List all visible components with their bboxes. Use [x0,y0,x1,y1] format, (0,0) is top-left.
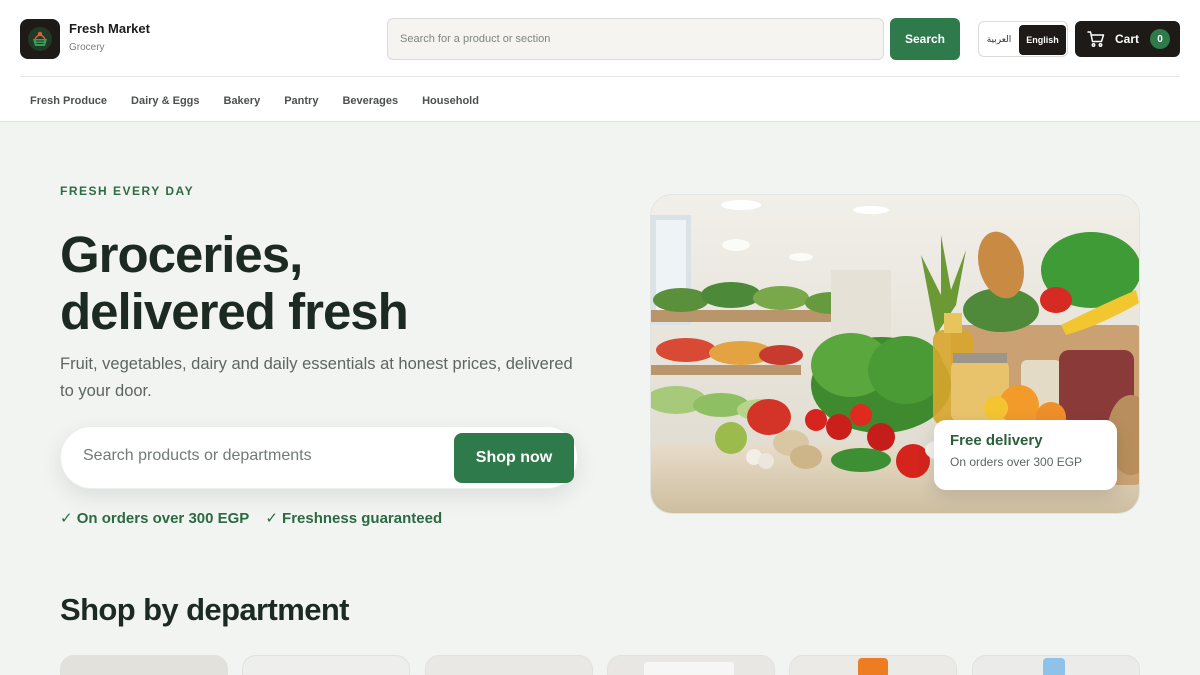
nav-item-fresh-produce[interactable]: Fresh Produce [30,95,107,107]
department-card[interactable] [242,655,410,675]
hero-search-bar[interactable]: Shop now [60,426,578,489]
shop-now-button[interactable]: Shop now [454,433,574,483]
department-cards [60,655,1140,675]
department-card[interactable] [972,655,1140,675]
language-switch: العربية English [978,21,1068,57]
hero-title: Groceries, delivered fresh [60,226,600,340]
departments-title: Shop by department [60,592,350,627]
basket-logo-icon [28,27,52,51]
brand-subtitle: Grocery [69,42,105,53]
cart-count-badge: 0 [1150,29,1170,49]
category-nav: Fresh Produce Dairy & Eggs Bakery Pantry… [30,95,503,107]
perk-freshness: ✓ Freshness guaranteed [265,510,443,527]
header-search-field[interactable] [387,18,884,60]
delivery-card-subtitle: On orders over 300 EGP [950,455,1083,469]
cart-icon [1087,30,1105,48]
hero-title-line-1: Groceries, [60,226,303,283]
hero-perks: ✓ On orders over 300 EGP ✓ Freshness gua… [60,509,442,527]
nav-item-pantry[interactable]: Pantry [284,95,318,107]
header-search-button[interactable]: Search [890,18,960,60]
hero-title-line-2: delivered fresh [60,283,409,340]
language-option-english[interactable]: English [1019,25,1066,55]
perk-free-delivery: ✓ On orders over 300 EGP [60,510,250,527]
nav-item-household[interactable]: Household [422,95,479,107]
top-bar: Fresh Market Grocery Search العربية Engl… [0,0,1200,77]
water-bottle-thumbnail [1043,658,1065,675]
nav-item-beverages[interactable]: Beverages [342,95,398,107]
department-card[interactable] [607,655,775,675]
language-option-arabic[interactable]: العربية [979,22,1019,56]
brand-name: Fresh Market [69,21,150,36]
header-search-input[interactable] [400,33,871,45]
site-header: Fresh Market Grocery Search العربية Engl… [0,0,1200,122]
hero-search-input[interactable] [83,447,443,465]
department-card[interactable] [789,655,957,675]
free-delivery-card: Free delivery On orders over 300 EGP [934,420,1117,490]
delivery-card-title: Free delivery [950,432,1043,449]
department-card[interactable] [425,655,593,675]
nav-item-dairy-eggs[interactable]: Dairy & Eggs [131,95,199,107]
nav-item-bakery[interactable]: Bakery [224,95,261,107]
hero-subtitle: Fruit, vegetables, dairy and daily essen… [60,355,573,400]
logo[interactable] [20,19,60,59]
juice-bottle-thumbnail [858,658,888,675]
product-bag-thumbnail [644,662,734,675]
department-card[interactable] [60,655,228,675]
hero-eyebrow: FRESH EVERY DAY [60,184,195,198]
cart-button[interactable]: Cart 0 [1075,21,1180,57]
cart-label: Cart [1115,32,1140,46]
header-divider [20,76,1180,77]
